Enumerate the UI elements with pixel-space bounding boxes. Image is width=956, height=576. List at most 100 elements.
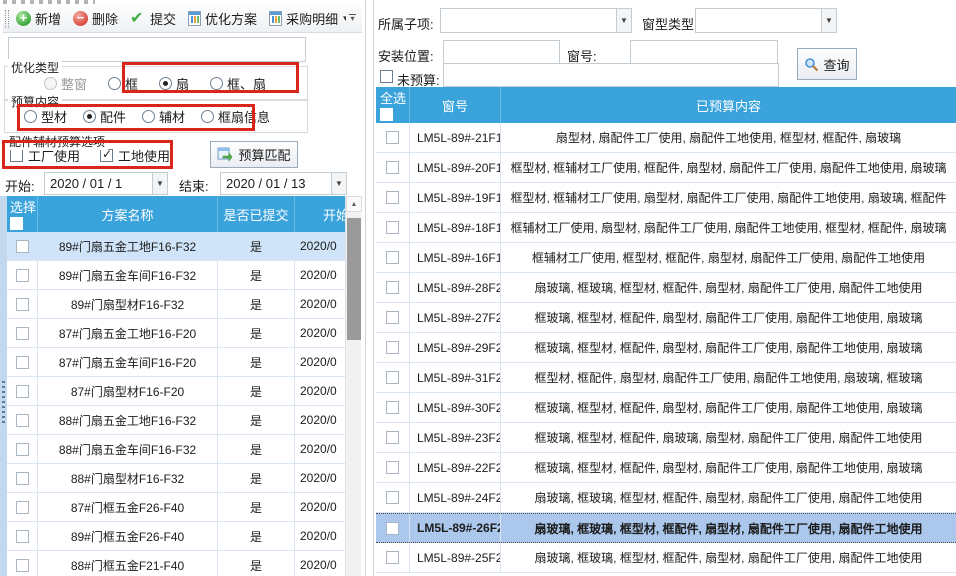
table-row[interactable]: LM5L-89#-16F15框辅材工厂使用, 框型材, 框配件, 扇型材, 扇配… <box>376 243 956 273</box>
splitter-strip[interactable] <box>0 196 7 576</box>
row-checkbox[interactable] <box>16 298 29 311</box>
table-row[interactable]: LM5L-89#-30F28框玻璃, 框型材, 框配件, 扇型材, 扇配件工厂使… <box>376 393 956 423</box>
budget-content-column-header[interactable]: 已预算内容 <box>501 87 956 123</box>
start-column-header[interactable]: 开始 <box>295 196 345 232</box>
row-checkbox[interactable] <box>16 327 29 340</box>
radio-budget-content[interactable]: 框扇信息 <box>201 107 270 126</box>
table-row[interactable]: LM5L-89#-31F29框型材, 框配件, 扇型材, 扇配件工厂使用, 扇配… <box>376 363 956 393</box>
table-row[interactable]: LM5L-89#-28F26扇玻璃, 框玻璃, 框型材, 框配件, 扇型材, 扇… <box>376 273 956 303</box>
table-row[interactable]: LM5L-89#-27F25框玻璃, 框型材, 框配件, 扇型材, 扇配件工厂使… <box>376 303 956 333</box>
table-row[interactable]: LM5L-89#-26F24扇玻璃, 框玻璃, 框型材, 框配件, 扇型材, 扇… <box>376 513 956 543</box>
row-checkbox[interactable] <box>16 414 29 427</box>
toolbar-button-optimize-plan[interactable]: 优化方案 <box>183 7 264 30</box>
window-no-input[interactable] <box>630 40 778 64</box>
row-checkbox[interactable] <box>386 191 399 204</box>
no-budget-input[interactable] <box>443 63 779 87</box>
plan-name-column-header[interactable]: 方案名称 <box>38 196 218 232</box>
row-checkbox[interactable] <box>16 472 29 485</box>
row-checkbox[interactable] <box>386 401 399 414</box>
budget-content-cell: 框辅材工厂使用, 框型材, 框配件, 扇型材, 扇配件工厂使用, 扇配件工地使用 <box>501 243 956 272</box>
row-checkbox[interactable] <box>16 559 29 572</box>
table-row[interactable]: LM5L-89#-25F23扇玻璃, 框玻璃, 框型材, 框配件, 扇型材, 扇… <box>376 543 956 573</box>
report-icon <box>188 11 201 26</box>
no-budget-checkbox[interactable] <box>380 70 393 83</box>
accessory-options-title: 配件辅材预算选项 <box>6 133 108 150</box>
install-position-input[interactable] <box>443 40 560 64</box>
table-row[interactable]: 88#门扇五金工地F16-F32是2020/0 <box>7 406 345 435</box>
window-type-dropdown-icon[interactable]: ▼ <box>821 9 836 32</box>
row-checkbox[interactable] <box>16 356 29 369</box>
row-checkbox[interactable] <box>386 491 399 504</box>
table-row[interactable]: LM5L-89#-21F19扇型材, 扇配件工厂使用, 扇配件工地使用, 框型材… <box>376 123 956 153</box>
start-date-picker[interactable]: 2020 / 01 / 1 ▼ <box>44 172 168 195</box>
select-all-checkbox[interactable] <box>10 217 23 230</box>
toolbar-button-purchase-detail[interactable]: 采购明细▾ <box>264 7 355 30</box>
row-checkbox[interactable] <box>386 161 399 174</box>
row-checkbox[interactable] <box>386 311 399 324</box>
toolbar-overflow-button[interactable] <box>346 10 359 29</box>
toolbar-button-delete[interactable]: 删除 <box>68 7 125 30</box>
budget-match-button[interactable]: 预算匹配 <box>210 141 298 168</box>
scroll-up-icon[interactable]: ▲ <box>346 196 362 212</box>
row-checkbox[interactable] <box>386 251 399 264</box>
row-checkbox[interactable] <box>386 221 399 234</box>
table-row[interactable]: 87#门扇五金车间F16-F20是2020/0 <box>7 348 345 377</box>
row-checkbox[interactable] <box>386 281 399 294</box>
table-row[interactable]: 87#门扇五金工地F16-F20是2020/0 <box>7 319 345 348</box>
radio-opt-type[interactable]: 扇 <box>159 74 189 93</box>
plan-table-scrollbar[interactable]: ▲ <box>345 196 361 576</box>
panel-divider[interactable] <box>365 0 374 576</box>
submitted-column-header[interactable]: 是否已提交 <box>218 196 295 232</box>
row-checkbox[interactable] <box>386 371 399 384</box>
radio-opt-type[interactable]: 框、扇 <box>210 74 266 93</box>
table-row[interactable]: LM5L-89#-19F17框型材, 框辅材工厂使用, 扇型材, 扇配件工厂使用… <box>376 183 956 213</box>
start-date-dropdown-icon[interactable]: ▼ <box>152 173 167 194</box>
table-row[interactable]: LM5L-89#-24F22扇玻璃, 框玻璃, 框型材, 框配件, 扇型材, 扇… <box>376 483 956 513</box>
radio-budget-content[interactable]: 辅材 <box>142 107 185 126</box>
radio-budget-content[interactable]: 配件 <box>83 107 126 126</box>
query-button[interactable]: 查询 <box>797 48 857 80</box>
usage-checkbox-item[interactable]: 工地使用 <box>100 146 170 165</box>
row-select-cell <box>376 363 410 392</box>
sub-item-dropdown-icon[interactable]: ▼ <box>616 9 631 32</box>
select-all-checkbox[interactable] <box>380 108 393 121</box>
table-row[interactable]: 89#门扇五金车间F16-F32是2020/0 <box>7 261 345 290</box>
table-row[interactable]: LM5L-89#-29F27框玻璃, 框型材, 框配件, 扇型材, 扇配件工厂使… <box>376 333 956 363</box>
table-row[interactable]: 88#门扇五金车间F16-F32是2020/0 <box>7 435 345 464</box>
table-row[interactable]: LM5L-89#-18F16框辅材工厂使用, 扇型材, 扇配件工厂使用, 扇配件… <box>376 213 956 243</box>
row-checkbox[interactable] <box>386 522 399 535</box>
toolbar-button-submit[interactable]: 提交 <box>125 7 183 30</box>
row-checkbox[interactable] <box>386 461 399 474</box>
row-checkbox[interactable] <box>16 269 29 282</box>
row-checkbox[interactable] <box>16 240 29 253</box>
table-row[interactable]: 89#门扇五金工地F16-F32是2020/0 <box>7 232 345 261</box>
row-checkbox[interactable] <box>386 341 399 354</box>
toolbar-grip[interactable] <box>5 10 9 28</box>
radio-opt-type[interactable]: 框 <box>108 74 138 93</box>
row-checkbox[interactable] <box>16 501 29 514</box>
end-date-dropdown-icon[interactable]: ▼ <box>331 173 346 194</box>
row-checkbox[interactable] <box>16 443 29 456</box>
table-row[interactable]: 88#门框五金F21-F40是2020/0 <box>7 551 345 576</box>
scrollbar-thumb[interactable] <box>347 218 361 340</box>
table-row[interactable]: 87#门框五金F26-F40是2020/0 <box>7 493 345 522</box>
sub-item-combobox[interactable]: ▼ <box>440 8 632 33</box>
row-checkbox[interactable] <box>386 551 399 564</box>
radio-icon <box>210 77 223 90</box>
row-select-cell <box>376 153 410 182</box>
table-row[interactable]: 88#门扇型材F16-F32是2020/0 <box>7 464 345 493</box>
table-row[interactable]: 89#门框五金F26-F40是2020/0 <box>7 522 345 551</box>
toolbar-button-add[interactable]: 新增 <box>11 7 68 30</box>
table-row[interactable]: LM5L-89#-20F18框型材, 框辅材工厂使用, 框配件, 扇型材, 扇配… <box>376 153 956 183</box>
table-row[interactable]: 89#门扇型材F16-F32是2020/0 <box>7 290 345 319</box>
table-row[interactable]: 87#门扇型材F16-F20是2020/0 <box>7 377 345 406</box>
row-checkbox[interactable] <box>386 431 399 444</box>
row-checkbox[interactable] <box>16 530 29 543</box>
row-checkbox[interactable] <box>16 385 29 398</box>
table-row[interactable]: LM5L-89#-23F21框玻璃, 框型材, 框配件, 扇玻璃, 扇型材, 扇… <box>376 423 956 453</box>
table-row[interactable]: LM5L-89#-22F20框玻璃, 框型材, 框配件, 扇型材, 扇配件工厂使… <box>376 453 956 483</box>
window-no-column-header[interactable]: 窗号 <box>410 87 501 123</box>
row-checkbox[interactable] <box>386 131 399 144</box>
window-type-combobox[interactable]: ▼ <box>695 8 837 33</box>
end-date-picker[interactable]: 2020 / 01 / 13 ▼ <box>220 172 347 195</box>
